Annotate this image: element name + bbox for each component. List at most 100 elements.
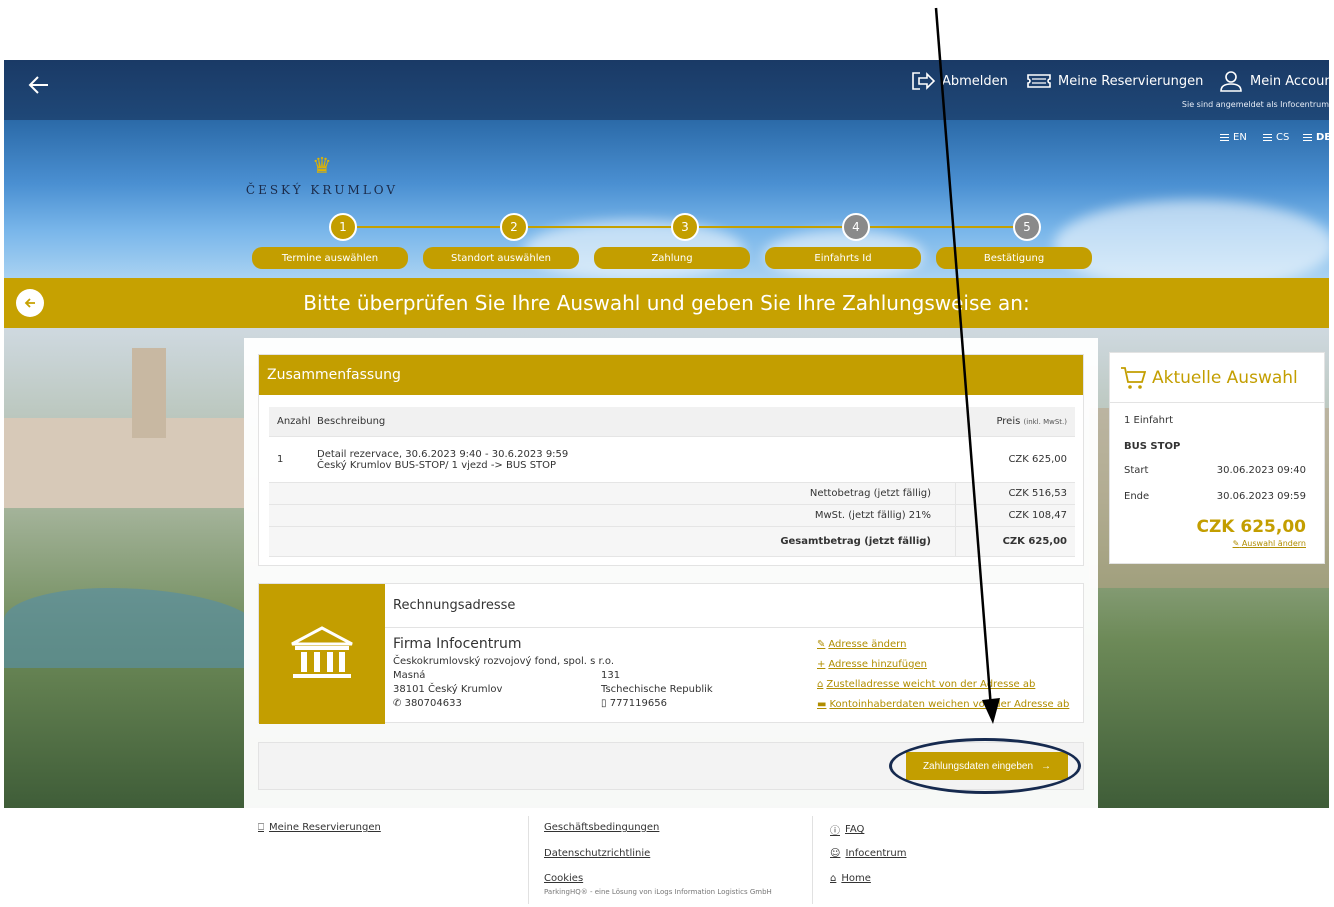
- ticket-icon: ⎕: [258, 822, 264, 833]
- footer-cookies-link[interactable]: Cookies: [544, 873, 583, 884]
- brand-name: ČESKÝ KRUMLOV: [245, 183, 399, 197]
- enter-payment-label: Zahlungsdaten eingeben: [922, 760, 1034, 772]
- edit-icon: ✎: [817, 639, 826, 650]
- home-icon: ⌂: [830, 873, 837, 884]
- back-button[interactable]: [16, 289, 44, 317]
- cart-icon: [1121, 366, 1146, 389]
- col-price-note: (inkl. MwSt.): [1023, 418, 1067, 426]
- total-label: Gesamtbetrag (jetzt fällig): [780, 536, 931, 547]
- vat-row: MwSt. (jetzt fällig) 21% CZK 108,47: [269, 505, 1075, 527]
- brand-logo: ♛ ČESKÝ KRUMLOV: [242, 154, 402, 198]
- item-line2: Český Krumlov BUS-STOP/ 1 vjezd -> BUS S…: [317, 459, 557, 471]
- vat-value: CZK 108,47: [955, 505, 1075, 526]
- footer-note: ParkingHQ® - eine Lösung von iLogs Infor…: [544, 888, 772, 896]
- mobile-number: 777119656: [609, 698, 667, 709]
- arrow-right-icon: →: [1041, 760, 1052, 772]
- ticket-icon: [1027, 74, 1051, 88]
- bank-building-icon: [291, 626, 353, 678]
- footer-cookies-label: Cookies: [544, 873, 584, 884]
- add-address-link[interactable]: + Adresse hinzufügen: [817, 659, 927, 670]
- delivery-address-label: Zustelladresse weicht von der Adresse ab: [826, 679, 1036, 690]
- castle-shape: [4, 418, 244, 508]
- col-price: Preis (inkl. MwSt.): [955, 416, 1075, 427]
- current-selection-title: Aktuelle Auswahl: [1152, 367, 1298, 388]
- language-label: EN: [1233, 132, 1247, 143]
- plus-icon: +: [817, 659, 826, 670]
- item-desc: Detail rezervace, 30.6.2023 9:40 - 30.6.…: [317, 449, 955, 471]
- home-icon: ⌂: [817, 679, 824, 690]
- menu-lines-icon: [1220, 134, 1229, 141]
- language-label: CS: [1276, 132, 1290, 143]
- summary-table: Anzahl Beschreibung Preis (inkl. MwSt.) …: [269, 407, 1075, 557]
- footer-reservations-link[interactable]: ⎕ Meine Reservierungen: [258, 822, 381, 833]
- selection-price: CZK 625,00: [1196, 517, 1307, 537]
- my-reservations-link[interactable]: Meine Reservierungen: [1026, 70, 1203, 92]
- hero-banner: EN CS DE ♛ ČESKÝ KRUMLOV 1 Termine auswäh…: [4, 120, 1329, 278]
- start-label: Start: [1124, 465, 1149, 476]
- summary-card: Zusammenfassung Anzahl Beschreibung Prei…: [258, 354, 1084, 566]
- footer-user-link[interactable]: ☺ Infocentrum: [830, 848, 906, 859]
- account-holder-link[interactable]: ▬ Kontoinhaberdaten weichen von der Adre…: [817, 699, 1069, 710]
- my-account-link[interactable]: Mein Account: [1218, 70, 1334, 92]
- account-holder-label: Kontoinhaberdaten weichen von der Adress…: [829, 699, 1070, 710]
- current-selection-header: Aktuelle Auswahl: [1110, 353, 1324, 403]
- river-shape: [4, 588, 264, 668]
- back-arrow-icon[interactable]: [26, 72, 52, 98]
- phone-number: 380704633: [404, 698, 462, 709]
- my-reservations-label: Meine Reservierungen: [1058, 73, 1204, 89]
- enter-payment-button[interactable]: Zahlungsdaten eingeben →: [906, 752, 1068, 780]
- step-3-label[interactable]: Zahlung: [594, 247, 750, 269]
- mobile-icon: ▯: [601, 698, 607, 709]
- change-selection-label: Auswahl ändern: [1241, 539, 1306, 548]
- footer-divider: [812, 816, 813, 904]
- phone: ✆ 380704633: [393, 698, 462, 709]
- net-value: CZK 516,53: [955, 483, 1075, 504]
- footer-terms-link[interactable]: Geschäftsbedingungen: [544, 822, 659, 833]
- street: Masná: [393, 670, 426, 681]
- logged-in-status: Sie sind angemeldet als Infocentrum: [1181, 100, 1329, 109]
- footer-faq-link[interactable]: ⓘ FAQ: [830, 822, 864, 837]
- footer-privacy-label: Datenschutzrichtlinie: [544, 848, 651, 859]
- language-de[interactable]: DE: [1303, 132, 1329, 143]
- language-cs[interactable]: CS: [1263, 132, 1289, 143]
- footer-home-link[interactable]: ⌂ Home: [830, 873, 871, 884]
- step-5-label[interactable]: Bestätigung: [936, 247, 1092, 269]
- step-1-label[interactable]: Termine auswählen: [252, 247, 408, 269]
- card-icon: ▬: [817, 699, 827, 710]
- col-qty: Anzahl: [277, 416, 311, 427]
- logout-link[interactable]: Abmelden: [910, 70, 1008, 92]
- user-icon: [1220, 71, 1242, 92]
- arrow-left-icon: [24, 298, 35, 308]
- change-selection-link[interactable]: ✎ Auswahl ändern: [1233, 539, 1306, 548]
- step-3-circle: 3: [671, 213, 699, 241]
- current-selection-panel: Aktuelle Auswahl 1 Einfahrt BUS STOP Sta…: [1109, 352, 1325, 564]
- step-1-circle: 1: [329, 213, 357, 241]
- language-label: DE: [1316, 132, 1329, 143]
- footer-privacy-link[interactable]: Datenschutzrichtlinie: [544, 848, 650, 859]
- net-label: Nettobetrag (jetzt fällig): [809, 488, 931, 499]
- building-icon-box: [259, 584, 385, 724]
- pencil-icon: ✎: [1232, 539, 1240, 548]
- step-4-circle: 4: [842, 213, 870, 241]
- page-title: Bitte überprüfen Sie Ihre Auswahl und ge…: [303, 291, 1030, 315]
- net-row: Nettobetrag (jetzt fällig) CZK 516,53: [269, 483, 1075, 505]
- user-icon: ☺: [830, 848, 841, 859]
- logout-label: Abmelden: [942, 73, 1008, 89]
- heading-band: Bitte überprüfen Sie Ihre Auswahl und ge…: [4, 278, 1329, 328]
- end-label: Ende: [1124, 491, 1150, 502]
- language-en[interactable]: EN: [1220, 132, 1247, 143]
- logout-icon: [912, 72, 936, 90]
- step-4-label[interactable]: Einfahrts Id: [765, 247, 921, 269]
- delivery-address-link[interactable]: ⌂ Zustelladresse weicht von der Adresse …: [817, 679, 1035, 690]
- col-price-label: Preis: [996, 416, 1021, 427]
- vat-label: MwSt. (jetzt fällig) 21%: [814, 510, 931, 521]
- change-address-link[interactable]: ✎ Adresse ändern: [817, 639, 906, 650]
- summary-title: Zusammenfassung: [259, 355, 1083, 395]
- total-row: Gesamtbetrag (jetzt fällig) CZK 625,00: [269, 527, 1075, 557]
- step-2-label[interactable]: Standort auswählen: [423, 247, 579, 269]
- end-value: 30.06.2023 09:59: [1216, 491, 1306, 502]
- house-number: 131: [601, 670, 621, 681]
- question-icon: ⓘ: [830, 826, 840, 837]
- footer-reservations-label: Meine Reservierungen: [269, 822, 381, 833]
- add-address-label: Adresse hinzufügen: [828, 659, 927, 670]
